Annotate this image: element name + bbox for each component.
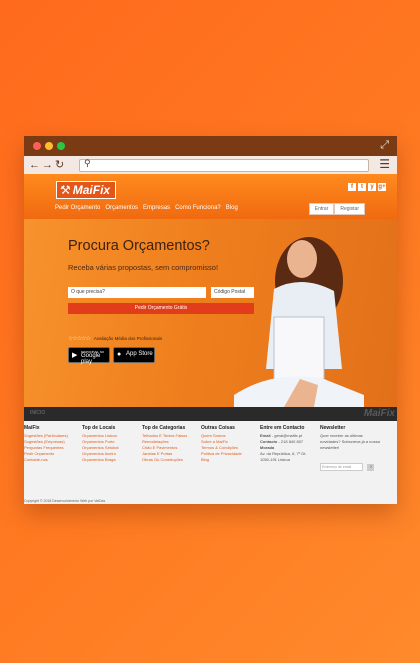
- google-play-badge[interactable]: ▶ DISPONÍVEL NO Google play: [68, 347, 110, 365]
- googleplus-icon[interactable]: g+: [378, 183, 386, 191]
- need-input[interactable]: O que precisa?: [68, 287, 206, 298]
- footer-col-categorias: Top de Categorias Telhados E Tectos Fals…: [142, 425, 188, 463]
- minimize-dot[interactable]: [45, 142, 53, 150]
- contact-phone[interactable]: 218 840 807: [281, 439, 303, 444]
- play-icon: ▶: [72, 352, 78, 359]
- close-dot[interactable]: [33, 142, 41, 150]
- newsletter-email-input[interactable]: Endereço de email: [320, 463, 363, 471]
- footer-home-link[interactable]: INÍCIO: [30, 410, 45, 416]
- facebook-icon[interactable]: f: [348, 183, 356, 191]
- nav-pedir-orcamento[interactable]: Pedir Orçamento: [55, 205, 100, 211]
- entrar-button[interactable]: Entrar: [308, 203, 335, 215]
- twitter-icon[interactable]: t: [358, 183, 366, 191]
- postal-code-input[interactable]: Código Postal: [211, 287, 254, 298]
- browser-toolbar: ←→↻ ⚲ ☰: [24, 156, 397, 175]
- hammer-icon: ⚒: [60, 183, 71, 197]
- footer-columns: MaiFix Sugestões (Particulares) Sugestõe…: [24, 425, 397, 485]
- newsletter-submit-button[interactable]: ›: [367, 464, 375, 471]
- copyright: Copyright © 2018 Desenvolvimento Web por…: [24, 499, 106, 503]
- address-bar[interactable]: ⚲: [79, 158, 369, 172]
- request-quote-button[interactable]: Pedir Orçamento Grátis: [68, 303, 254, 314]
- list-item[interactable]: Blog: [201, 457, 242, 463]
- login-group: Entrar Registar: [308, 203, 365, 215]
- website: ⚒ MaiFix Pedir Orçamento Orçamentos Empre…: [24, 174, 397, 504]
- nav-blog[interactable]: Blog: [226, 205, 238, 211]
- main-nav: Pedir Orçamento Orçamentos Empresas Como…: [55, 205, 238, 211]
- app-store-badge[interactable]: ● App Store: [113, 347, 155, 363]
- site-header: ⚒ MaiFix Pedir Orçamento Orçamentos Empre…: [24, 174, 397, 219]
- star-rating-icon: ☆☆☆☆☆: [68, 336, 91, 342]
- site-footer: INÍCIO MaiFix MaiFix Sugestões (Particul…: [24, 407, 397, 504]
- maifix-logo[interactable]: ⚒ MaiFix: [56, 181, 117, 199]
- footer-bar: INÍCIO MaiFix: [24, 407, 397, 421]
- rating-row: ☆☆☆☆☆ Avaliação Média dos Profissionais: [68, 335, 162, 342]
- footer-col-newsletter: Newsletter Quer receber as últimas novid…: [320, 425, 380, 471]
- maximize-dot[interactable]: [57, 142, 65, 150]
- hero-subtitle: Receba várias propostas, sem compromisso…: [68, 263, 219, 272]
- footer-col-outras: Outras Coisas Quem Somos Sobre a MaiFix …: [201, 425, 242, 463]
- hero-title: Procura Orçamentos?: [68, 238, 210, 254]
- nav-como-funciona[interactable]: Como Funciona?: [175, 205, 221, 211]
- registar-button[interactable]: Registar: [334, 203, 365, 215]
- social-links: f t y g+: [348, 183, 386, 191]
- nav-empresas[interactable]: Empresas: [143, 205, 170, 211]
- youtube-icon[interactable]: y: [368, 183, 376, 191]
- nav-orcamentos[interactable]: Orçamentos: [105, 205, 138, 211]
- forward-icon[interactable]: →: [42, 159, 55, 171]
- back-icon[interactable]: ←: [29, 159, 42, 171]
- title-bar: ⤢: [24, 136, 397, 156]
- footer-col-contacto: Entre em Contacto Email - geral@maifix.p…: [260, 425, 307, 462]
- menu-icon[interactable]: ☰: [379, 157, 390, 171]
- hero-section: Procura Orçamentos? Receba várias propos…: [24, 219, 397, 407]
- rating-label: Avaliação Média dos Profissionais: [93, 336, 163, 341]
- reload-icon[interactable]: ↻: [55, 159, 66, 171]
- footer-col-locais: Top de Locais Orçamentos Lisboa Orçament…: [82, 425, 119, 463]
- footer-col-maifix: MaiFix Sugestões (Particulares) Sugestõe…: [24, 425, 68, 463]
- list-item[interactable]: Obras Ou Construções: [142, 457, 187, 463]
- footer-logo: MaiFix: [363, 408, 395, 419]
- browser-window: ⤢ ←→↻ ⚲ ☰ ⚒ MaiFix Pedir Orçamento Orçame…: [24, 136, 397, 504]
- apple-icon: ●: [117, 351, 122, 358]
- expand-icon[interactable]: ⤢: [380, 139, 389, 152]
- list-item[interactable]: Contacte-nos: [24, 457, 68, 463]
- navigation-icons: ←→↻: [29, 158, 66, 171]
- search-icon: ⚲: [84, 158, 91, 168]
- list-item[interactable]: Orçamentos Braga: [82, 457, 118, 463]
- contact-email[interactable]: geral@maifix.pt: [274, 433, 302, 438]
